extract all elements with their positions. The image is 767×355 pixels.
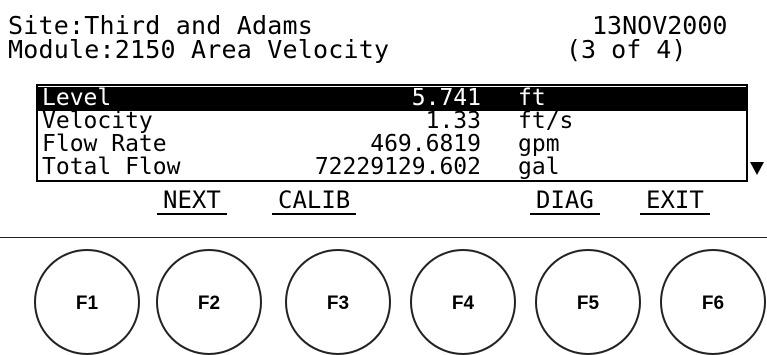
f2-button[interactable]: F2 (156, 249, 262, 355)
softkey-diag[interactable]: DIAG (530, 187, 600, 215)
f4-button[interactable]: F4 (410, 249, 516, 355)
reading-unit: gal (518, 154, 560, 180)
page-indicator: (3 of 4) (566, 35, 687, 64)
reading-unit: ft/s (518, 108, 574, 134)
reading-label: Level (42, 85, 112, 111)
f1-label: F1 (75, 293, 99, 314)
f1-button[interactable]: F1 (34, 249, 140, 355)
reading-unit: ft (518, 85, 546, 111)
reading-label: Velocity (42, 108, 153, 134)
f5-label: F5 (576, 293, 600, 314)
reading-value: 1.33 (425, 108, 481, 134)
softkey-calib[interactable]: CALIB (272, 187, 357, 215)
scroll-down-arrow-icon[interactable] (750, 162, 764, 175)
f4-label: F4 (451, 293, 475, 314)
f3-label: F3 (326, 293, 350, 314)
reading-label: Flow Rate (42, 131, 167, 157)
reading-value: 72229129.602 (314, 154, 481, 180)
f2-label: F2 (197, 293, 221, 314)
reading-row-total-flow[interactable]: Total Flow 72229129.602 gal (38, 156, 746, 180)
reading-value: 5.741 (411, 85, 481, 111)
softkey-exit[interactable]: EXIT (640, 187, 710, 215)
reading-label: Total Flow (42, 154, 181, 180)
softkey-next[interactable]: NEXT (157, 187, 227, 215)
module-name: Module:2150 Area Velocity (8, 35, 390, 64)
f5-button[interactable]: F5 (535, 249, 641, 355)
reading-value: 469.6819 (370, 131, 481, 157)
f6-label: F6 (701, 293, 725, 314)
f3-button[interactable]: F3 (285, 249, 391, 355)
reading-unit: gpm (518, 131, 560, 157)
f6-button[interactable]: F6 (660, 249, 766, 355)
lcd-screen: Site:Third and Adams 13NOV2000 Module:21… (0, 0, 767, 238)
readings-list: Level 5.741 ft Velocity 1.33 ft/s Flow R… (36, 84, 748, 182)
